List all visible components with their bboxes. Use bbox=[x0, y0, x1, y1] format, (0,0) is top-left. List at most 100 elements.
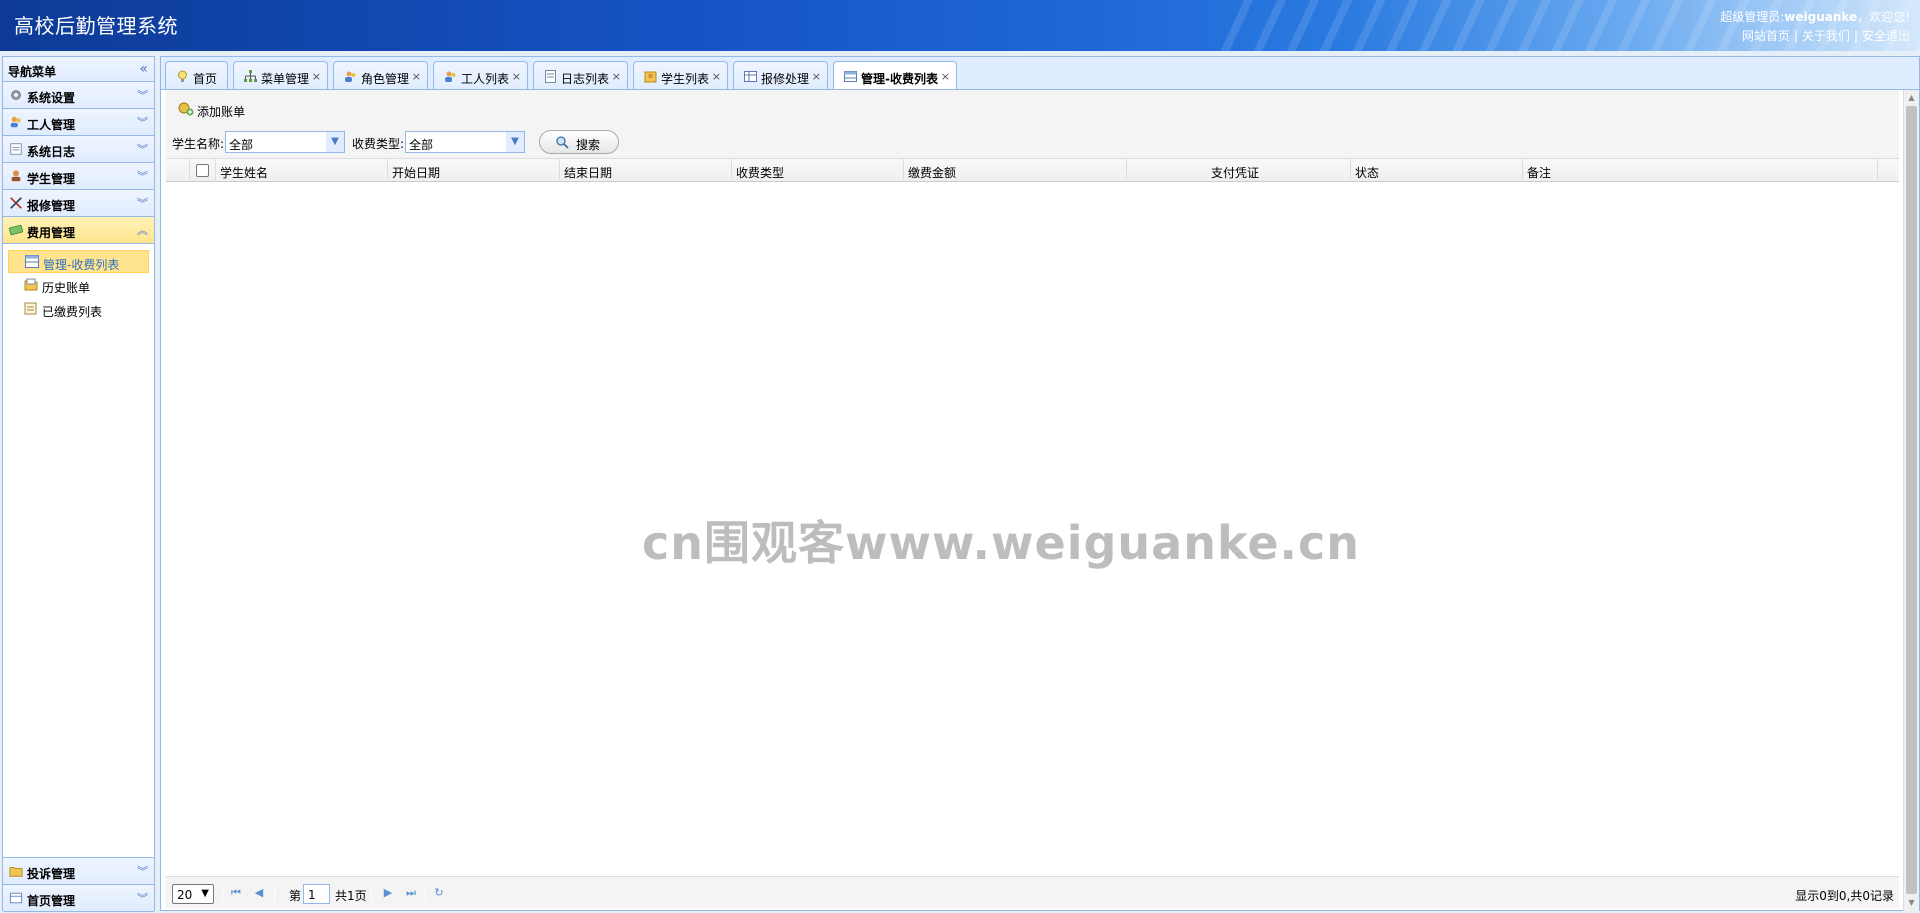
next-page-icon[interactable]: ▶ bbox=[381, 886, 395, 900]
search-button[interactable]: 搜索 bbox=[539, 130, 619, 154]
student-name-select[interactable]: 全部 ▼ bbox=[225, 131, 345, 153]
app-title: 高校后勤管理系统 bbox=[14, 14, 178, 38]
sidebar-title: 导航菜单 bbox=[8, 65, 57, 79]
close-icon[interactable]: × bbox=[941, 70, 950, 83]
sidebar-section-system-settings[interactable]: 系统设置 ︾ bbox=[3, 82, 154, 109]
last-page-icon[interactable]: ⏭ bbox=[404, 886, 418, 900]
tab-label: 日志列表 bbox=[561, 72, 610, 86]
first-page-icon[interactable]: ⏮ bbox=[229, 886, 243, 900]
sidebar: 导航菜单 « 系统设置 ︾ 工人管理 ︾ 系统日志 ︾ 学生管理 ︾ 报修管理 … bbox=[2, 56, 155, 912]
tab-fee-list[interactable]: 管理-收费列表 × bbox=[833, 61, 957, 91]
close-icon[interactable]: × bbox=[612, 70, 621, 83]
close-icon[interactable]: × bbox=[812, 70, 821, 83]
student-name-value: 全部 bbox=[229, 138, 254, 152]
add-bill-label: 添加账单 bbox=[197, 105, 246, 119]
sidebar-section-label: 投诉管理 bbox=[27, 867, 76, 881]
student-icon bbox=[11, 170, 21, 182]
page-size-select[interactable]: 20 ▼ bbox=[172, 884, 214, 904]
sidebar-section-workers[interactable]: 工人管理 ︾ bbox=[3, 109, 154, 136]
link-about[interactable]: 关于我们 bbox=[1802, 29, 1850, 43]
chevron-up-icon: ︽ bbox=[137, 224, 148, 237]
chevron-down-icon: ︾ bbox=[137, 89, 148, 102]
table-icon bbox=[844, 71, 857, 82]
select-all-checkbox[interactable] bbox=[196, 164, 209, 177]
scroll-up-arrow-icon[interactable]: ▲ bbox=[1904, 90, 1919, 106]
column-header: 备注 bbox=[1527, 166, 1552, 180]
close-icon[interactable]: × bbox=[412, 70, 421, 83]
toolbar: 添加账单 学生名称: 全部 ▼ 收费类型: 全部 ▼ 搜索 bbox=[166, 90, 1899, 158]
chevron-down-icon: ︾ bbox=[137, 170, 148, 183]
col-status[interactable]: 状态 bbox=[1351, 159, 1523, 182]
log-icon bbox=[545, 70, 556, 83]
tab-worker-list[interactable]: 工人列表 × bbox=[433, 61, 528, 90]
close-icon[interactable]: × bbox=[712, 70, 721, 83]
user-area: 超级管理员:weiguanke，欢迎您! 网站首页 | 关于我们 | 安全退出 bbox=[1720, 8, 1910, 46]
sidebar-section-complaints[interactable]: 投诉管理 ︾ bbox=[3, 858, 154, 885]
sidebar-item-label: 已缴费列表 bbox=[42, 305, 103, 319]
fee-type-select[interactable]: 全部 ▼ bbox=[405, 131, 525, 153]
link-home[interactable]: 网站首页 bbox=[1742, 29, 1790, 43]
tools-icon bbox=[10, 197, 22, 209]
table-icon bbox=[744, 71, 757, 82]
column-header: 支付凭证 bbox=[1211, 166, 1260, 180]
greeting-prefix: 超级管理员: bbox=[1720, 10, 1785, 24]
col-start-date[interactable]: 开始日期 bbox=[388, 159, 560, 182]
double-chevron-left-icon[interactable]: « bbox=[139, 61, 148, 77]
chevron-down-icon: ▼ bbox=[506, 132, 524, 152]
filter-bar: 学生名称: 全部 ▼ 收费类型: 全部 ▼ 搜索 bbox=[172, 130, 632, 154]
sidebar-item-label: 历史账单 bbox=[42, 281, 91, 295]
column-header: 缴费金额 bbox=[908, 166, 957, 180]
grid-body: cn围观客www.weiguanke.cn bbox=[166, 182, 1899, 872]
header-links: 网站首页 | 关于我们 | 安全退出 bbox=[1720, 27, 1910, 46]
tab-home[interactable]: 首页 bbox=[165, 61, 228, 90]
sidebar-section-repairs[interactable]: 报修管理 ︾ bbox=[3, 190, 154, 217]
scrollbar-thumb[interactable] bbox=[1906, 106, 1917, 894]
sidebar-item-paid-list[interactable]: 已缴费列表 bbox=[8, 298, 149, 321]
sidebar-item-fee-list[interactable]: 管理-收费列表 bbox=[8, 250, 149, 273]
link-logout[interactable]: 安全退出 bbox=[1862, 29, 1910, 43]
sidebar-item-history-bills[interactable]: 历史账单 bbox=[8, 274, 149, 297]
refresh-icon[interactable]: ↻ bbox=[432, 886, 446, 900]
table-icon bbox=[9, 892, 23, 904]
col-student-name[interactable]: 学生姓名 bbox=[216, 159, 388, 182]
pager-separator bbox=[222, 885, 223, 903]
column-header: 学生姓名 bbox=[220, 166, 269, 180]
sidebar-section-system-log[interactable]: 系统日志 ︾ bbox=[3, 136, 154, 163]
tab-student-list[interactable]: 学生列表 × bbox=[633, 61, 728, 90]
tab-bar: 首页 菜单管理 × 角色管理 × 工人列表 × 日志列表 × 学生列表 × 报修… bbox=[160, 56, 1920, 91]
vertical-scrollbar[interactable]: ▲ ▼ bbox=[1903, 90, 1919, 911]
tab-log-list[interactable]: 日志列表 × bbox=[533, 61, 628, 90]
users-icon bbox=[10, 116, 21, 128]
tab-role-management[interactable]: 角色管理 × bbox=[333, 61, 428, 90]
close-icon[interactable]: × bbox=[512, 70, 521, 83]
col-end-date[interactable]: 结束日期 bbox=[560, 159, 732, 182]
sidebar-header: 导航菜单 « bbox=[3, 57, 154, 82]
greeting-suffix: ，欢迎您! bbox=[1857, 10, 1910, 24]
pager-separator bbox=[371, 885, 372, 903]
search-label: 搜索 bbox=[576, 138, 601, 152]
tab-menu-management[interactable]: 菜单管理 × bbox=[233, 61, 328, 90]
page-number-input[interactable]: 1 bbox=[303, 884, 330, 904]
prev-page-icon[interactable]: ◀ bbox=[252, 886, 266, 900]
col-remark[interactable]: 备注 bbox=[1523, 159, 1878, 182]
col-amount[interactable]: 缴费金额 bbox=[904, 159, 1127, 182]
col-payment-proof[interactable]: 支付凭证 bbox=[1127, 159, 1351, 182]
column-header: 结束日期 bbox=[564, 166, 613, 180]
chevron-down-icon: ︾ bbox=[137, 865, 148, 878]
chevron-down-icon: ︾ bbox=[137, 116, 148, 129]
bulb-icon bbox=[178, 70, 187, 82]
users-icon bbox=[345, 71, 356, 82]
sidebar-section-students[interactable]: 学生管理 ︾ bbox=[3, 163, 154, 190]
page-total: 共1页 bbox=[335, 889, 367, 903]
page-size-value: 20 bbox=[177, 888, 193, 902]
scroll-down-arrow-icon[interactable]: ▼ bbox=[1904, 895, 1919, 911]
tab-label: 角色管理 bbox=[361, 72, 410, 86]
chevron-down-icon: ▼ bbox=[201, 888, 209, 899]
close-icon[interactable]: × bbox=[312, 70, 321, 83]
col-fee-type[interactable]: 收费类型 bbox=[732, 159, 904, 182]
page-prefix: 第 bbox=[289, 889, 302, 903]
sidebar-section-homepage[interactable]: 首页管理 ︾ bbox=[3, 885, 154, 912]
sidebar-section-fees[interactable]: 费用管理 ︽ bbox=[3, 217, 154, 244]
greeting: 超级管理员:weiguanke，欢迎您! bbox=[1720, 8, 1910, 27]
tab-repair-processing[interactable]: 报修处理 × bbox=[733, 61, 828, 90]
